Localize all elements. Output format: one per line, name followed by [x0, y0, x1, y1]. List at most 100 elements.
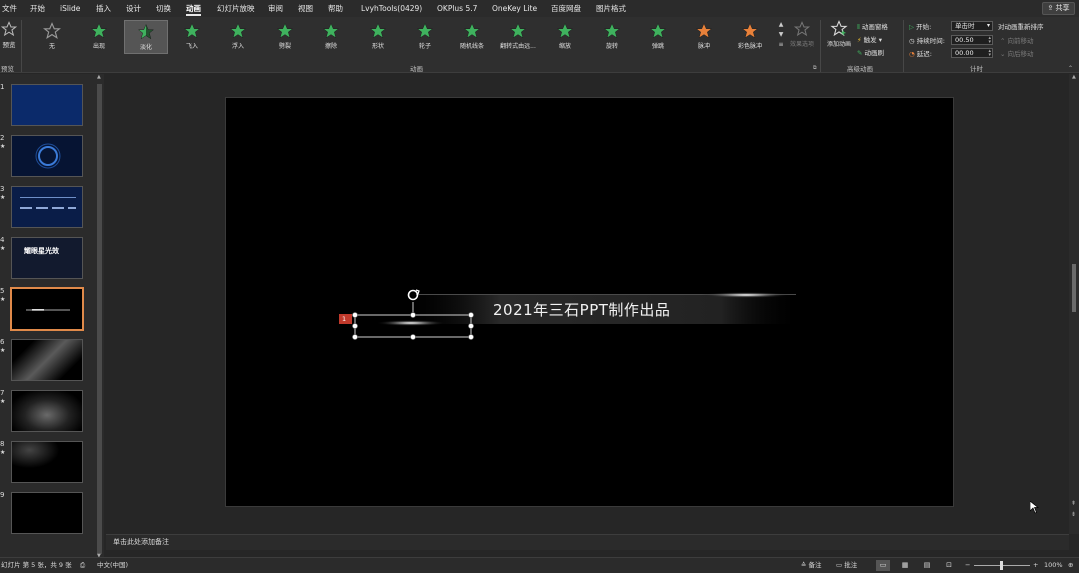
animation-effect-0[interactable]: 无 — [30, 20, 74, 54]
dialog-launcher-icon[interactable]: ⧉ — [813, 65, 817, 71]
tab-picture-format[interactable]: 图片格式 — [596, 0, 626, 17]
add-animation-button[interactable]: 添加动画 — [824, 20, 854, 60]
notes-pane[interactable]: 单击此处添加备注 — [106, 534, 1069, 550]
animation-effect-14[interactable]: 脉冲 — [682, 20, 726, 54]
scrollbar-thumb[interactable] — [1072, 264, 1076, 312]
tab-baidu-pan[interactable]: 百度网盘 — [551, 0, 581, 17]
tab-animations[interactable]: 动画 — [186, 0, 201, 17]
tab-design[interactable]: 设计 — [126, 0, 141, 17]
scrollbar-thumb[interactable] — [97, 84, 102, 554]
slide-thumbnail-3[interactable] — [11, 186, 83, 228]
tab-okplus[interactable]: OKPlus 5.7 — [437, 0, 477, 17]
gallery-up-icon[interactable]: ▲ — [777, 20, 785, 30]
zoom-slider-knob[interactable] — [1000, 561, 1003, 570]
slide-thumbnail-9[interactable] — [11, 492, 83, 534]
animation-effect-15[interactable]: 彩色脉冲 — [728, 20, 772, 54]
slide-title-text[interactable]: 2021年三石PPT制作出品 — [493, 299, 670, 320]
slideshow-icon[interactable]: ⊡ — [942, 560, 956, 571]
reading-view-icon[interactable]: ▤ — [920, 560, 934, 571]
share-icon: ⇪ — [1047, 4, 1054, 12]
animation-effect-6[interactable]: 擦除 — [309, 20, 353, 54]
animation-pane-button[interactable]: ⫴ 动画窗格 — [857, 21, 888, 32]
duration-value: 00.50 — [955, 36, 974, 44]
tab-view[interactable]: 视图 — [298, 0, 313, 17]
accessibility-icon[interactable]: ⎙ — [80, 558, 85, 573]
move-later-button[interactable]: ⌄ 向后移动 — [1000, 48, 1034, 58]
animation-effect-label: 脉冲 — [697, 43, 710, 50]
normal-view-icon[interactable]: ▭ — [876, 560, 890, 571]
zoom-in-icon[interactable]: + — [1033, 558, 1038, 573]
thumbnail-scrollbar[interactable]: ▲ ▼ — [95, 74, 104, 561]
animation-effect-1[interactable]: 出现 — [77, 20, 121, 54]
slide-thumbnail-6[interactable] — [11, 339, 83, 381]
animation-effect-9[interactable]: 随机线条 — [450, 20, 494, 54]
scroll-up-icon[interactable]: ▲ — [1072, 74, 1076, 80]
tab-review[interactable]: 审阅 — [268, 0, 283, 17]
duration-stepper[interactable]: 00.50 ▴ ▾ — [951, 35, 993, 45]
animation-star-icon: ★ — [0, 194, 6, 201]
slide-thumbnail-7[interactable] — [11, 390, 83, 432]
reorder-title: 对动画重新排序 — [998, 23, 1044, 31]
trigger-button[interactable]: ⚡ 触发 ▾ — [857, 34, 882, 44]
slide-number: 5 — [0, 287, 5, 295]
start-value: 单击时 — [955, 22, 975, 30]
start-select[interactable]: 单击时 ▾ — [951, 21, 993, 31]
tab-file[interactable]: 文件 — [2, 0, 17, 17]
move-earlier-button[interactable]: ⌃ 向前移动 — [1000, 35, 1034, 45]
preview-button[interactable]: 预览 — [0, 21, 18, 57]
share-button[interactable]: ⇪ 共享 — [1042, 2, 1075, 15]
tab-transitions[interactable]: 切换 — [156, 0, 171, 17]
tab-slideshow[interactable]: 幻灯片放映 — [217, 0, 255, 17]
animation-effect-5[interactable]: 劈裂 — [263, 20, 307, 54]
next-slide-icon[interactable]: ⇟ — [1071, 511, 1076, 518]
animation-effect-7[interactable]: 形状 — [356, 20, 400, 54]
animation-effect-4[interactable]: 浮入 — [216, 20, 260, 54]
slide-thumbnail-8[interactable] — [11, 441, 83, 483]
gallery-more-icon[interactable]: ≡ — [777, 40, 785, 50]
animation-effect-3[interactable]: 飞入 — [170, 20, 214, 54]
animation-effect-13[interactable]: 弹跳 — [636, 20, 680, 54]
animation-star-icon: ★ — [0, 347, 6, 354]
animation-effect-2[interactable]: 淡化 — [124, 20, 168, 54]
slide-thumbnail-5[interactable] — [10, 287, 84, 331]
slide-thumbnail-4[interactable]: 耀眼星光效 — [11, 237, 83, 279]
prev-slide-icon[interactable]: ⇞ — [1071, 500, 1076, 507]
star-shape-icon — [369, 22, 387, 39]
tab-lvyhtools[interactable]: LvyhTools(0429) — [361, 0, 422, 17]
notes-toggle-button[interactable]: ≙ 备注 — [801, 558, 822, 573]
zoom-out-icon[interactable]: − — [965, 558, 970, 573]
zoom-level[interactable]: 100% — [1044, 558, 1063, 573]
slide-sorter-icon[interactable]: ▦ — [898, 560, 912, 571]
gallery-scroll[interactable]: ▲ ▼ ≡ — [777, 20, 785, 60]
slide-thumbnail-1[interactable] — [11, 84, 83, 126]
slide-thumbnail-2[interactable] — [11, 135, 83, 177]
effect-options-button[interactable]: 效果选项 — [787, 21, 817, 59]
editor-scrollbar[interactable]: ▲ ⇞ ⇟ — [1069, 74, 1079, 534]
animation-effect-8[interactable]: 轮子 — [403, 20, 447, 54]
stepper-arrows-icon[interactable]: ▴ ▾ — [988, 36, 991, 45]
animation-effect-11[interactable]: 缩放 — [543, 20, 587, 54]
animation-effect-label: 擦除 — [324, 43, 337, 50]
animation-effect-12[interactable]: 旋转 — [590, 20, 634, 54]
language-indicator[interactable]: 中文(中国) — [97, 558, 128, 573]
tab-help[interactable]: 帮助 — [328, 0, 343, 17]
gallery-down-icon[interactable]: ▼ — [777, 30, 785, 40]
add-animation-icon — [830, 20, 848, 37]
collapse-ribbon-icon[interactable]: ⌃ — [1068, 65, 1073, 72]
tab-insert[interactable]: 插入 — [96, 0, 111, 17]
tab-home[interactable]: 开始 — [30, 0, 45, 17]
tab-onekey[interactable]: OneKey Lite — [492, 0, 537, 17]
fit-slide-icon[interactable]: ⊕ — [1068, 558, 1073, 573]
animation-effect-10[interactable]: 翻转式由远... — [496, 20, 540, 54]
slide-2-preview — [35, 143, 61, 169]
star-zoom-icon — [556, 22, 574, 39]
star-color-pulse-icon — [741, 22, 759, 39]
stepper-arrows-icon[interactable]: ▴ ▾ — [988, 49, 991, 58]
slide-thumbnail-pane: 1 2 ★ 3 ★ 4 ★ 耀眼星光效 5 ★ 6 ★ 7 ★ 8 ★ 9 — [0, 74, 104, 561]
comments-toggle-button[interactable]: ▭ 批注 — [836, 558, 857, 573]
animation-painter-button[interactable]: ✎ 动画刷 — [857, 47, 884, 57]
scroll-up-icon[interactable]: ▲ — [97, 74, 101, 80]
delay-stepper[interactable]: 00.00 ▴ ▾ — [951, 48, 993, 58]
tab-islide[interactable]: iSlide — [60, 0, 80, 17]
animation-effect-label: 翻转式由远... — [500, 43, 536, 50]
